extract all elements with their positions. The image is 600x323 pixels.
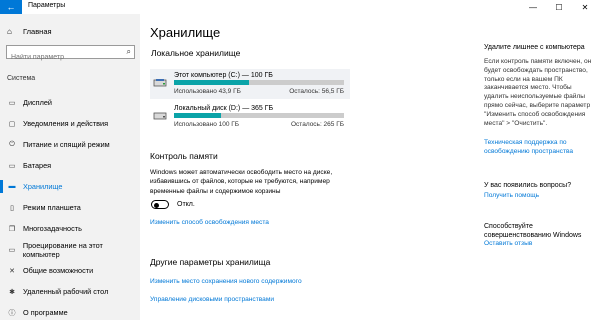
usage-bar (174, 113, 344, 118)
toggle-state-label: Откл. (177, 201, 195, 208)
sidebar-item-label: Проецирование на этот компьютер (22, 240, 103, 259)
sidebar-item-label: Хранилище (23, 182, 63, 191)
section-label: Система (7, 75, 36, 82)
back-arrow-icon: ← (6, 2, 16, 12)
manage-storage-spaces-link[interactable]: Управление дисковыми пространствами (150, 296, 274, 303)
local-storage-heading: Локальное хранилище (151, 48, 241, 58)
toggle-knob (154, 202, 159, 208)
back-button[interactable]: ← (0, 0, 22, 14)
storage-sense-description: Windows может автоматически освободить м… (150, 169, 333, 195)
sidebar-item[interactable]: ▬ Хранилище (0, 176, 140, 197)
drive-name: Локальный диск (D:) — 365 ГБ (174, 105, 274, 112)
window-title: Параметры (28, 2, 66, 9)
drive-free: Осталось: 265 ГБ (291, 121, 344, 128)
drive-c[interactable]: Этот компьютер (C:) — 100 ГБ Использован… (150, 69, 350, 99)
drive-free: Осталось: 56,5 ГБ (289, 88, 344, 95)
change-method-link[interactable]: Изменить способ освобождения места (150, 219, 269, 226)
nav-icon: ✱ (9, 288, 15, 296)
search-icon[interactable]: ⌕ (127, 47, 131, 57)
search-input[interactable] (7, 51, 117, 64)
sidebar: ⌂ Главная ⌕ Система ▭ Дисплей ▢ Уведомления… (0, 14, 140, 320)
drive-name: Этот компьютер (C:) — 100 ГБ (174, 72, 273, 79)
drive-d[interactable]: Локальный диск (D:) — 365 ГБ Использован… (150, 102, 350, 132)
sidebar-item[interactable]: ✱ Удаленный рабочий стол (0, 281, 140, 302)
drive-used: Использовано 43,9 ГБ (174, 88, 241, 95)
sidebar-item[interactable]: ▭ Батарея (0, 155, 140, 176)
nav-icon: ▭ (8, 99, 16, 107)
sidebar-item[interactable]: ▭ Дисплей (0, 92, 140, 113)
sidebar-item-label: О программе (23, 308, 68, 317)
search-box[interactable]: ⌕ (6, 45, 135, 64)
usage-bar-fill (174, 113, 221, 118)
sidebar-item-label: Батарея (23, 161, 52, 170)
usage-bar (174, 80, 344, 85)
nav-icon: ❐ (8, 225, 16, 233)
page-title: Хранилище (150, 25, 221, 40)
sidebar-item[interactable]: ❐ Многозадачность (0, 218, 140, 239)
home-icon: ⌂ (7, 27, 12, 36)
other-settings-heading: Другие параметры хранилища (150, 257, 271, 267)
sidebar-item-label: Общие возможности (23, 266, 94, 275)
nav-icon: ▯ (10, 204, 14, 212)
usage-bar-fill (174, 80, 249, 85)
nav-list: ▭ Дисплей ▢ Уведомления и действия ⏻ Питание … (0, 92, 140, 323)
cleanup-support-link[interactable]: Техническая поддержка по освобождению пр… (484, 139, 592, 157)
maximize-icon: ☐ (555, 2, 563, 12)
minimize-icon: — (529, 2, 537, 12)
improve-heading: Способствуйте совершенствованию Windows (484, 223, 582, 239)
sidebar-item-label: Уведомления и действия (23, 119, 109, 128)
feedback-link[interactable]: Оставить отзыв (484, 240, 592, 249)
sidebar-item[interactable]: ▭ Проецирование на этот компьютер (0, 239, 140, 260)
drive-used: Использовано 100 ГБ (174, 121, 240, 128)
nav-icon: ▭ (8, 162, 16, 170)
sidebar-item-label: Питание и спящий режим (23, 140, 110, 149)
sidebar-item[interactable]: ⏻ Питание и спящий режим (0, 134, 140, 155)
sidebar-item[interactable]: ▢ Уведомления и действия (0, 113, 140, 134)
nav-icon: ⓘ (8, 309, 16, 317)
storage-sense-toggle[interactable] (151, 200, 169, 209)
sidebar-item[interactable]: ▯ Режим планшета (0, 197, 140, 218)
storage-sense-heading: Контроль памяти (150, 151, 218, 161)
sidebar-item-label: Дисплей (23, 98, 53, 107)
sidebar-item[interactable]: ✕ Общие возможности (0, 260, 140, 281)
sidebar-item-label: Удаленный рабочий стол (23, 287, 109, 296)
cleanup-heading: Удалите лишнее с компьютера (484, 44, 585, 51)
nav-icon: ▭ (8, 246, 16, 254)
get-help-link[interactable]: Получить помощь (484, 192, 592, 201)
nav-icon: ▢ (8, 120, 16, 128)
nav-icon: ⏻ (9, 140, 15, 148)
cleanup-text: Если контроль памяти включен, он будет о… (484, 58, 592, 127)
close-button[interactable]: ✕ (574, 0, 596, 14)
nav-icon: ▬ (8, 183, 16, 190)
title-bar: ← Параметры — ☐ ✕ (0, 0, 600, 14)
minimize-button[interactable]: — (522, 0, 544, 14)
home-label: Главная (23, 27, 52, 36)
home-link[interactable]: ⌂ Главная (7, 27, 52, 36)
nav-icon: ✕ (9, 267, 15, 275)
sidebar-item-label: Многозадачность (23, 224, 82, 233)
close-icon: ✕ (581, 2, 589, 12)
change-save-location-link[interactable]: Изменить место сохранения нового содержи… (150, 278, 302, 285)
questions-heading: У вас появились вопросы? (484, 182, 572, 189)
drive-icon (153, 112, 167, 120)
maximize-button[interactable]: ☐ (548, 0, 570, 14)
sidebar-item-label: Режим планшета (23, 203, 81, 212)
drive-icon (153, 79, 167, 87)
